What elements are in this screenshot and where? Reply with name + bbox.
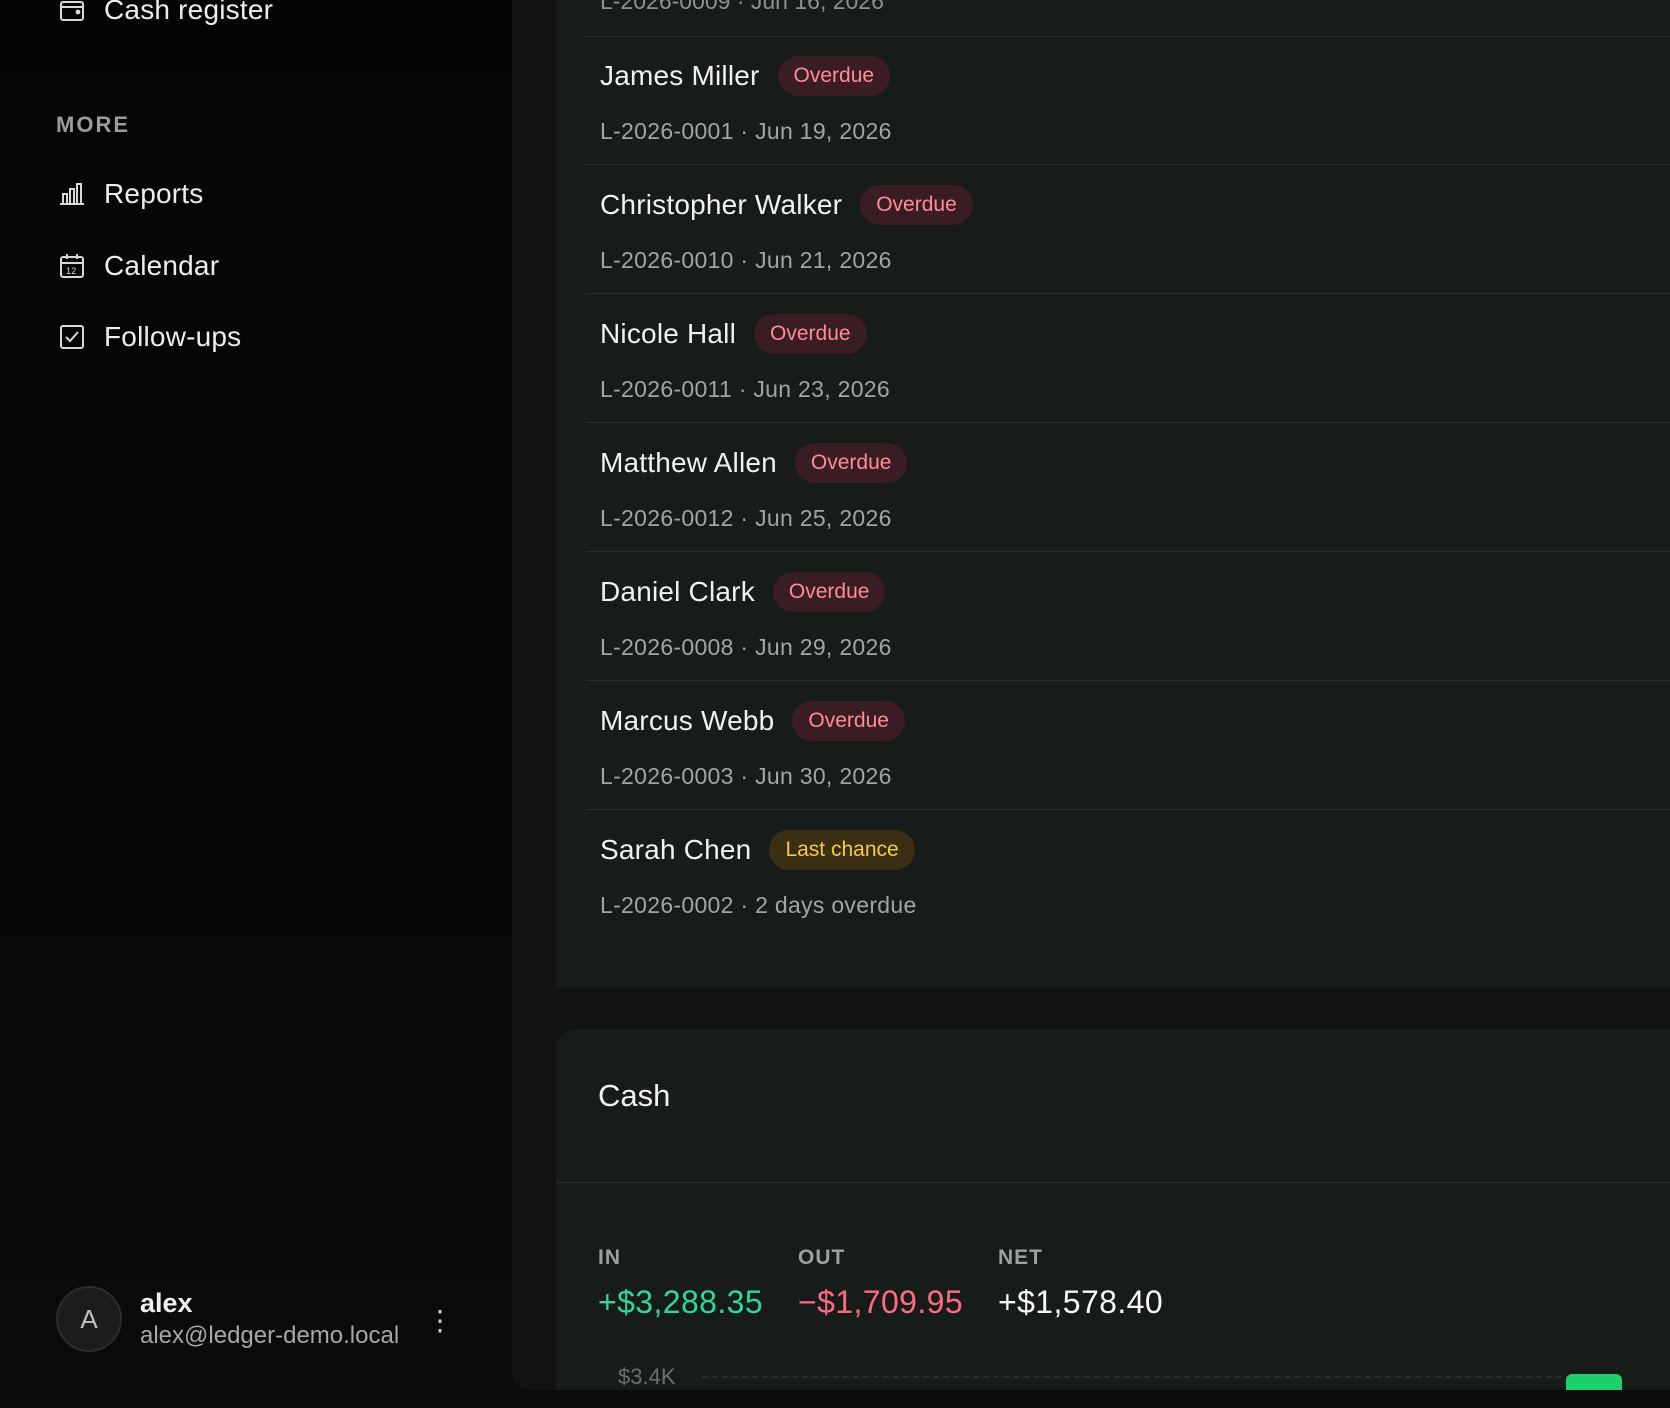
row-subtitle: L-2026-0012 · Jun 25, 2026 — [600, 505, 892, 531]
section-title-more: MORE — [56, 112, 130, 137]
user-name: alex — [140, 1288, 193, 1318]
row-subtitle: L-2026-0002 · 2 days overdue — [600, 892, 917, 918]
borrower-name: Christopher Walker — [600, 189, 843, 220]
sidebar: Cash register MORE Reports 12 Calendar F… — [0, 0, 512, 1408]
stat-value: +$1,578.40 — [998, 1284, 1164, 1320]
wallet-icon — [56, 0, 88, 26]
calendar-icon: 12 — [56, 250, 88, 282]
list-item[interactable]: Daniel Clark Overdue L-2026-0008 · Jun 2… — [586, 552, 1670, 681]
status-badge: Overdue — [772, 572, 886, 612]
stat-label: IN — [598, 1246, 621, 1269]
cash-net-stat: NET +$1,578.40 — [998, 1246, 1163, 1321]
sidebar-item-label: Calendar — [104, 250, 220, 281]
borrower-name: Sarah Chen — [600, 834, 752, 865]
status-badge: Overdue — [794, 443, 908, 483]
checkbox-icon — [56, 321, 88, 353]
status-badge: Overdue — [792, 701, 905, 741]
sidebar-item-follow-ups[interactable]: Follow-ups — [56, 313, 241, 361]
borrower-name: Marcus Webb — [600, 705, 775, 736]
borrower-name: Daniel Clark — [600, 576, 755, 607]
row-subtitle: L-2026-0011 · Jun 23, 2026 — [600, 376, 890, 402]
sidebar-item-calendar[interactable]: 12 Calendar — [56, 242, 219, 290]
list-item[interactable]: Marcus Webb Overdue L-2026-0003 · Jun 30… — [586, 681, 1670, 810]
sidebar-item-reports[interactable]: Reports — [56, 170, 203, 218]
chart-gridline — [702, 1376, 1602, 1378]
bar-chart-icon — [56, 178, 88, 210]
sidebar-item-cash-register[interactable]: Cash register — [56, 0, 273, 34]
borrower-name: Matthew Allen — [600, 447, 777, 478]
stat-label: NET — [998, 1246, 1043, 1269]
list-item[interactable]: Nicole Hall Overdue L-2026-0011 · Jun 23… — [586, 294, 1670, 423]
stat-label: OUT — [798, 1246, 846, 1269]
cash-title: Cash — [598, 1078, 671, 1113]
sidebar-item-label: Cash register — [104, 0, 274, 25]
user-email: alex@ledger-demo.local — [140, 1322, 400, 1349]
user-profile[interactable]: A alex alex@ledger-demo.local — [56, 1286, 399, 1352]
status-badge: Overdue — [777, 56, 891, 96]
cash-card: Cash IN +$3,288.35 OUT −$1,709.95 NET +$… — [556, 1030, 1670, 1390]
list-item[interactable]: Matthew Allen Overdue L-2026-0012 · Jun … — [586, 423, 1670, 552]
row-subtitle: L-2026-0001 · Jun 19, 2026 — [600, 118, 892, 144]
stat-value: +$3,288.35 — [598, 1284, 764, 1320]
sidebar-item-label: Reports — [104, 178, 204, 209]
row-subtitle: L-2026-0009 · Jun 16, 2026 — [600, 0, 884, 14]
borrower-name: James Miller — [600, 60, 760, 91]
cash-in-stat: IN +$3,288.35 — [598, 1246, 763, 1321]
row-subtitle: L-2026-0003 · Jun 30, 2026 — [600, 763, 892, 789]
cash-out-stat: OUT −$1,709.95 — [798, 1246, 963, 1321]
status-badge: Overdue — [860, 185, 973, 225]
divider — [556, 1182, 1670, 1183]
list-item[interactable]: L-2026-0009 · Jun 16, 2026 — [586, 0, 1670, 37]
sidebar-item-label: Follow-ups — [104, 321, 242, 352]
svg-text:12: 12 — [66, 266, 76, 276]
status-badge: Overdue — [754, 314, 867, 354]
row-subtitle: L-2026-0008 · Jun 29, 2026 — [600, 634, 892, 660]
list-item[interactable]: James Miller Overdue L-2026-0001 · Jun 1… — [586, 36, 1670, 165]
list-item[interactable]: Sarah Chen Last chance L-2026-0002 · 2 d… — [586, 810, 1670, 938]
avatar: A — [56, 1286, 122, 1352]
row-subtitle: L-2026-0010 · Jun 21, 2026 — [600, 247, 892, 273]
stat-value: −$1,709.95 — [798, 1284, 964, 1320]
chart-tick-label: $3.4K — [618, 1364, 676, 1389]
borrower-name: Nicole Hall — [600, 318, 737, 349]
chart-bar[interactable] — [1566, 1374, 1622, 1390]
status-badge: Last chance — [769, 830, 915, 870]
more-options-icon[interactable]: ⋮ — [426, 1300, 454, 1340]
list-item[interactable]: Christopher Walker Overdue L-2026-0010 ·… — [586, 165, 1670, 294]
